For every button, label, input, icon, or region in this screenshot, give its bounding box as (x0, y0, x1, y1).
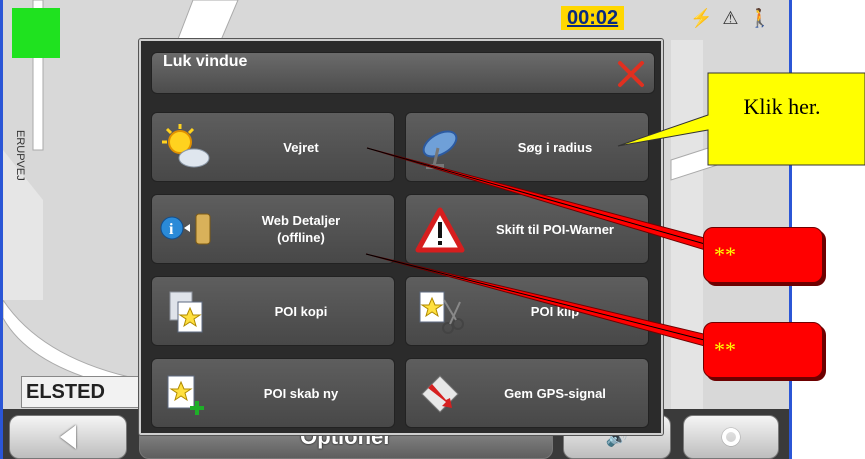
satellite-dish-icon (422, 130, 458, 169)
web-details-label: Web Detaljer (offline) (261, 213, 341, 245)
person-icon: 🚶 (748, 8, 771, 28)
save-gps-signal-label: Gem GPS-signal (504, 385, 606, 401)
weather-button[interactable]: Vejret (151, 112, 395, 182)
gps-status-indicator (12, 8, 60, 58)
poi-warner-label: Skift til POI-Warner (496, 221, 614, 237)
status-icons: ⚡ ⚠ 🚶 (690, 7, 771, 29)
clock: 00:02 (561, 6, 625, 30)
poi-cut-label: POI klip (530, 303, 580, 319)
current-street-label: ELSTED (21, 376, 143, 408)
poi-copy-icon (169, 291, 203, 333)
poi-cut-icon (419, 291, 464, 334)
search-radius-label: Søg i radius (517, 139, 593, 155)
close-icon[interactable] (616, 59, 646, 89)
poi-new-button[interactable]: POI skab ny (151, 358, 395, 428)
web-details-button[interactable]: i Web Detaljer (offline) (151, 194, 395, 264)
weather-label: Vejret (283, 139, 319, 155)
back-button[interactable] (9, 415, 127, 459)
map-street-label: ERUPVEJ (14, 130, 26, 181)
save-gps-signal-button[interactable]: Gem GPS-signal (405, 358, 649, 428)
alert-icon: ⚠ (722, 8, 739, 28)
callout-text: Klik her. (743, 94, 821, 119)
weather-icon (162, 124, 210, 168)
search-button[interactable] (683, 415, 779, 459)
magnifier-icon (722, 428, 740, 446)
annotation-note: ** (703, 322, 823, 378)
signal-icon: ⚡ (690, 8, 713, 28)
gps-save-icon (421, 375, 459, 413)
warning-icon (415, 207, 465, 253)
poi-copy-label: POI kopi (274, 303, 328, 319)
popup-title: Luk vindue (163, 53, 248, 70)
poi-new-icon (167, 375, 204, 415)
poi-copy-button[interactable]: POI kopi (151, 276, 395, 346)
poi-new-label: POI skab ny (263, 385, 339, 401)
options-popup: Luk vindue Vejret Søg i radius i Web Det… (139, 39, 663, 435)
web-details-icon: i (160, 213, 211, 245)
close-window-bar[interactable]: Luk vindue (151, 52, 655, 94)
annotation-note: ** (703, 227, 823, 283)
search-radius-button[interactable]: Søg i radius (405, 112, 649, 182)
poi-warner-button[interactable]: Skift til POI-Warner (405, 194, 649, 264)
svg-text:i: i (169, 221, 174, 238)
back-arrow-icon (60, 425, 76, 449)
poi-cut-button[interactable]: POI klip (405, 276, 649, 346)
